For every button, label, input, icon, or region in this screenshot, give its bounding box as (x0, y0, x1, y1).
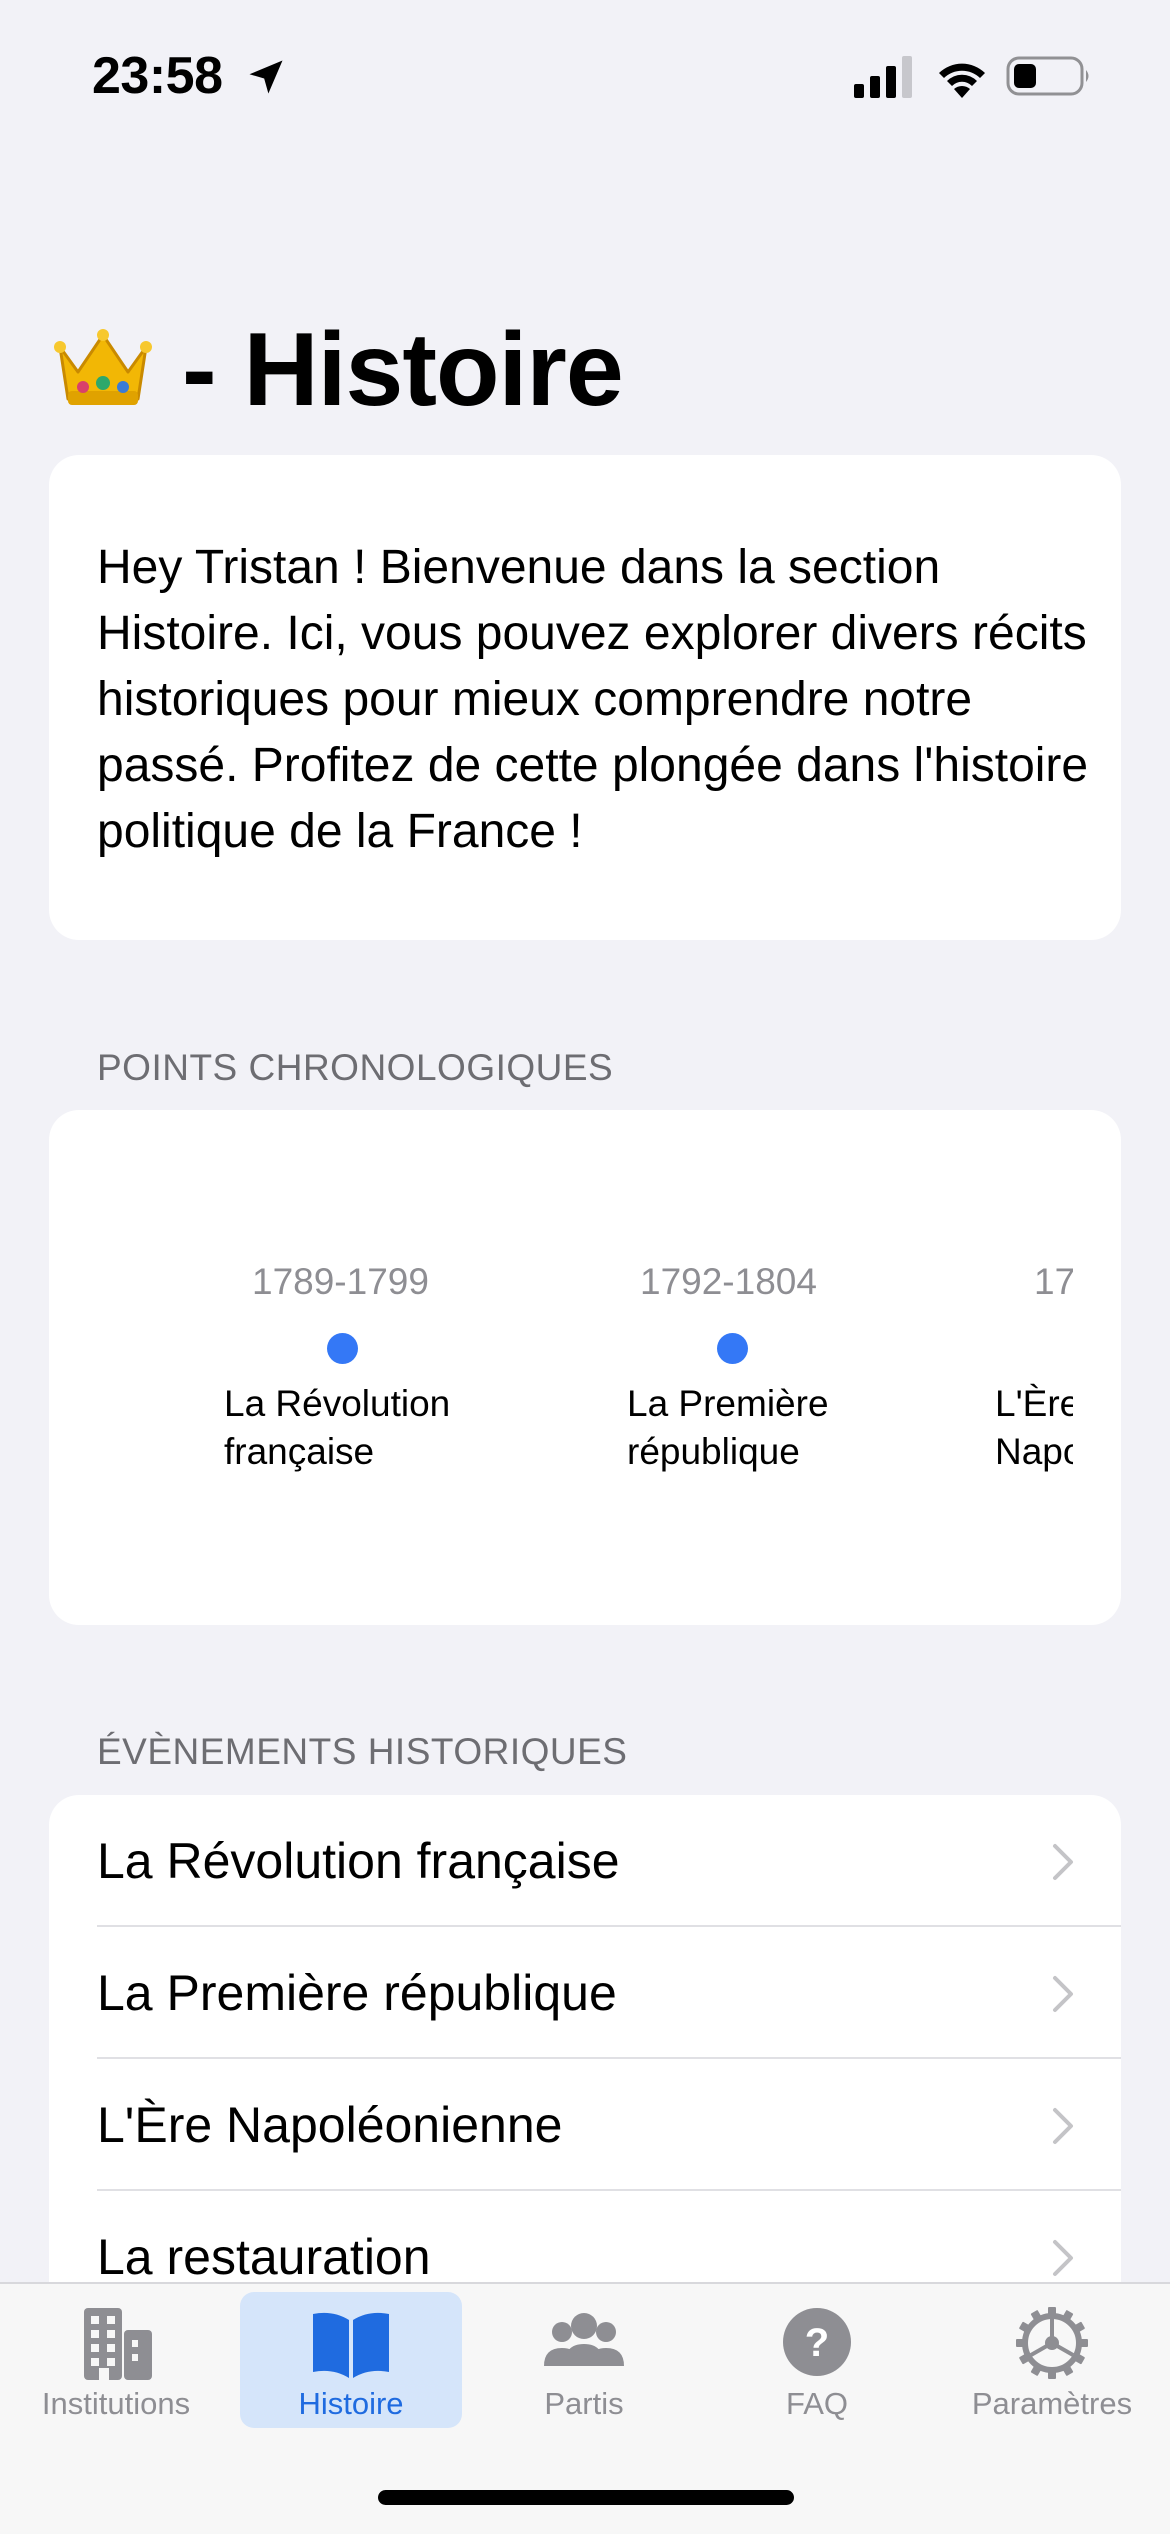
cellular-signal-icon (854, 56, 912, 98)
tab-label: Histoire (298, 2386, 404, 2421)
chevron-right-icon (1053, 1976, 1073, 2012)
svg-text:?: ? (805, 2321, 829, 2365)
timeline-period: 1789-1799 (252, 1261, 429, 1302)
home-indicator[interactable] (378, 2490, 794, 2505)
status-bar: 23:58 (0, 0, 1170, 150)
tab-label: FAQ (785, 2386, 848, 2421)
tab-histoire[interactable]: Histoire (240, 2292, 462, 2428)
timeline-label: La Révolution française (224, 1383, 451, 1472)
wifi-icon (939, 63, 985, 98)
event-label: La Première république (97, 1965, 617, 2021)
event-label: La Révolution française (97, 1833, 620, 1889)
tab-institutions[interactable]: Institutions (5, 2292, 227, 2428)
timeline-card: 1789-1799 La Révolution française 1792-1… (49, 1110, 1121, 1625)
event-row-ere-napoleonienne[interactable]: L'Ère Napoléonienne (49, 2059, 1121, 2191)
chevron-right-icon (1053, 2240, 1073, 2276)
chevron-right-icon (1053, 2108, 1073, 2144)
battery-low-icon (1006, 56, 1089, 96)
event-label: L'Ère Napoléonienne (97, 2097, 563, 2153)
status-time: 23:58 (92, 47, 223, 105)
timeline-period: 1792-1804 (640, 1261, 817, 1302)
tab-label: Partis (544, 2386, 624, 2421)
location-arrow-icon (249, 60, 283, 94)
crown-icon (54, 329, 152, 405)
tab-label: Institutions (41, 2386, 191, 2421)
events-section-header: ÉVÈNEMENTS HISTORIQUES (97, 1731, 628, 1772)
welcome-card: Hey Tristan ! Bienvenue dans la section … (49, 455, 1121, 940)
event-row-premiere-republique[interactable]: La Première république (49, 1927, 1121, 2059)
building-icon (84, 2308, 152, 2380)
event-row-revolution[interactable]: La Révolution française (49, 1795, 1121, 1927)
page-title: - Histoire (50, 300, 624, 440)
gear-icon (1016, 2307, 1088, 2379)
timeline-section-header: POINTS CHRONOLOGIQUES (97, 1047, 614, 1088)
book-icon (313, 2312, 389, 2378)
timeline-dot (327, 1333, 358, 1364)
tab-partis[interactable]: Partis (473, 2292, 695, 2428)
timeline-dot (717, 1333, 748, 1364)
chevron-right-icon (1053, 1844, 1073, 1880)
people-icon (544, 2313, 624, 2366)
welcome-text: Hey Tristan ! Bienvenue dans la section … (97, 541, 1089, 858)
tab-parametres[interactable]: Paramètres (941, 2292, 1163, 2428)
timeline-period: 1799-1815 (1034, 1261, 1073, 1302)
page-title-text: - Histoire (182, 312, 624, 428)
events-list: La Révolution française La Première répu… (49, 1795, 1121, 2355)
tab-label: Paramètres (971, 2386, 1133, 2421)
timeline-label: La Première république (627, 1383, 829, 1472)
timeline-scroll[interactable]: 1789-1799 La Révolution française 1792-1… (97, 1110, 1073, 1625)
question-circle-icon: ? (783, 2308, 851, 2376)
timeline-label: L'Ère Napoléonienne (995, 1383, 1073, 1472)
tab-faq[interactable]: ? FAQ (706, 2292, 928, 2428)
